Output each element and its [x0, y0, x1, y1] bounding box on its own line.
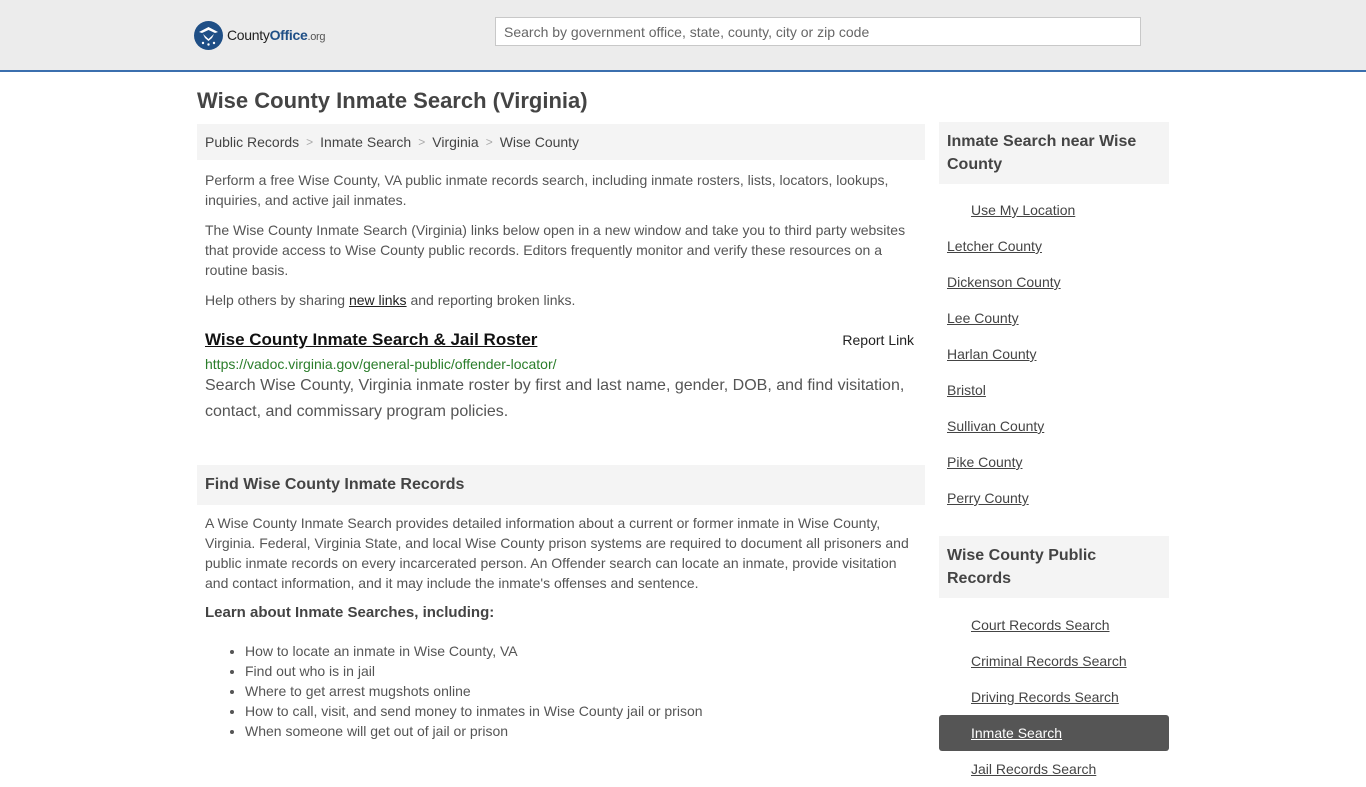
sidebar-item-dickenson-county[interactable]: Dickenson County	[939, 264, 1169, 300]
list-item: Where to get arrest mugshots online	[245, 681, 925, 701]
breadcrumb-inmate-search[interactable]: Inmate Search	[320, 134, 411, 150]
sidebar-nearby: Inmate Search near Wise County Use My Lo…	[939, 122, 1169, 516]
page-title: Wise County Inmate Search (Virginia)	[197, 88, 588, 113]
result-title-link[interactable]: Wise County Inmate Search & Jail Roster	[205, 330, 537, 349]
logo-seal-icon	[194, 20, 223, 50]
sidebar-item-harlan-county[interactable]: Harlan County	[939, 336, 1169, 372]
share-text: Help others by sharing	[205, 292, 349, 308]
sidebar-item-inmate-search[interactable]: Inmate Search	[939, 715, 1169, 751]
top-header: CountyOffice.org	[0, 0, 1366, 72]
sidebar-item-jail-records[interactable]: Jail Records Search	[939, 751, 1169, 787]
breadcrumb-separator: >	[485, 135, 493, 149]
logo-wordmark: CountyOffice.org	[227, 27, 326, 43]
share-text-end: and reporting broken links.	[406, 292, 576, 308]
list-item: Find out who is in jail	[245, 661, 925, 681]
sidebar-item-letcher-county[interactable]: Letcher County	[939, 228, 1169, 264]
learn-heading: Learn about Inmate Searches, including:	[205, 604, 495, 621]
sidebar-item-perry-county[interactable]: Perry County	[939, 480, 1169, 516]
sidebar-item-driving-records[interactable]: Driving Records Search	[939, 679, 1169, 715]
sidebar-item-lee-county[interactable]: Lee County	[939, 300, 1169, 336]
breadcrumb-separator: >	[306, 135, 314, 149]
main-content: Public Records > Inmate Search > Virgini…	[197, 124, 925, 741]
sidebar-item-sullivan-county[interactable]: Sullivan County	[939, 408, 1169, 444]
breadcrumb-virginia[interactable]: Virginia	[432, 134, 478, 150]
learn-list: How to locate an inmate in Wise County, …	[197, 641, 925, 741]
list-item: How to locate an inmate in Wise County, …	[245, 641, 925, 661]
new-links-link[interactable]: new links	[349, 292, 407, 308]
report-link-button[interactable]: Report Link	[842, 332, 914, 348]
list-item: How to call, visit, and send money to in…	[245, 701, 925, 721]
list-item: When someone will get out of jail or pri…	[245, 721, 925, 741]
logo-county: County	[227, 27, 270, 43]
share-paragraph: Help others by sharing new links and rep…	[197, 290, 925, 310]
site-logo[interactable]: CountyOffice.org	[194, 20, 326, 50]
disclaimer-paragraph: The Wise County Inmate Search (Virginia)…	[205, 222, 906, 278]
breadcrumb: Public Records > Inmate Search > Virgini…	[197, 124, 925, 160]
sidebar-records: Wise County Public Records Court Records…	[939, 536, 1169, 787]
sidebar-item-pike-county[interactable]: Pike County	[939, 444, 1169, 480]
find-records-heading: Find Wise County Inmate Records	[197, 465, 925, 505]
intro-paragraph: Perform a free Wise County, VA public in…	[205, 172, 889, 208]
breadcrumb-wise-county[interactable]: Wise County	[500, 134, 579, 150]
result-item: Wise County Inmate Search & Jail Roster …	[197, 330, 925, 425]
sidebar-item-bristol[interactable]: Bristol	[939, 372, 1169, 408]
breadcrumb-public-records[interactable]: Public Records	[205, 134, 299, 150]
search-input[interactable]	[495, 17, 1141, 46]
sidebar-item-court-records[interactable]: Court Records Search	[939, 607, 1169, 643]
sidebar-nearby-heading: Inmate Search near Wise County	[939, 122, 1169, 184]
logo-office: Office	[269, 27, 308, 43]
result-description: Search Wise County, Virginia inmate rost…	[205, 377, 905, 420]
sidebar-records-heading: Wise County Public Records	[939, 536, 1169, 598]
logo-tld: .org	[307, 31, 326, 43]
result-url: https://vadoc.virginia.gov/general-publi…	[205, 356, 557, 372]
use-my-location-link[interactable]: Use My Location	[939, 192, 1169, 228]
breadcrumb-separator: >	[418, 135, 426, 149]
find-records-body: A Wise County Inmate Search provides det…	[205, 515, 909, 591]
sidebar-item-criminal-records[interactable]: Criminal Records Search	[939, 643, 1169, 679]
